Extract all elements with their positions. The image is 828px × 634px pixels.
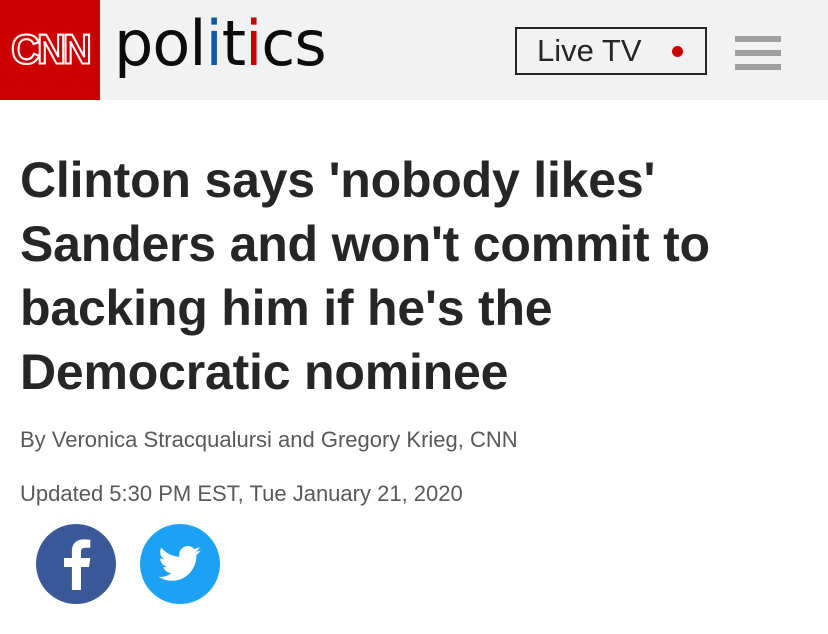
facebook-icon [64,539,91,590]
article-timestamp: Updated 5:30 PM EST, Tue January 21, 202… [20,481,463,506]
menu-bar [735,50,781,56]
hamburger-menu-icon[interactable] [735,36,781,70]
cnn-logo-text: CNN [10,25,93,73]
section-title-part: pol [114,7,207,80]
live-tv-label: Live TV [537,33,642,68]
menu-bar [735,36,781,42]
section-title-part: i [205,7,223,80]
section-title-part: t [221,7,246,80]
article-byline: By Veronica Stracqualursi and Gregory Kr… [20,427,518,452]
live-dot-icon [672,46,683,57]
live-tv-button[interactable]: Live TV [515,27,707,75]
twitter-share-button[interactable] [140,524,220,604]
section-title-part: i [245,7,262,80]
menu-bar [735,64,781,70]
site-header: CNN politics Live TV [0,0,828,100]
section-title-politics[interactable]: politics [114,4,327,84]
facebook-share-button[interactable] [36,524,116,604]
cnn-logo[interactable]: CNN [0,0,100,100]
article-headline: Clinton says 'nobody likes' Sanders and … [20,152,710,400]
twitter-bird-icon [158,546,201,581]
section-title-part: cs [261,7,326,80]
